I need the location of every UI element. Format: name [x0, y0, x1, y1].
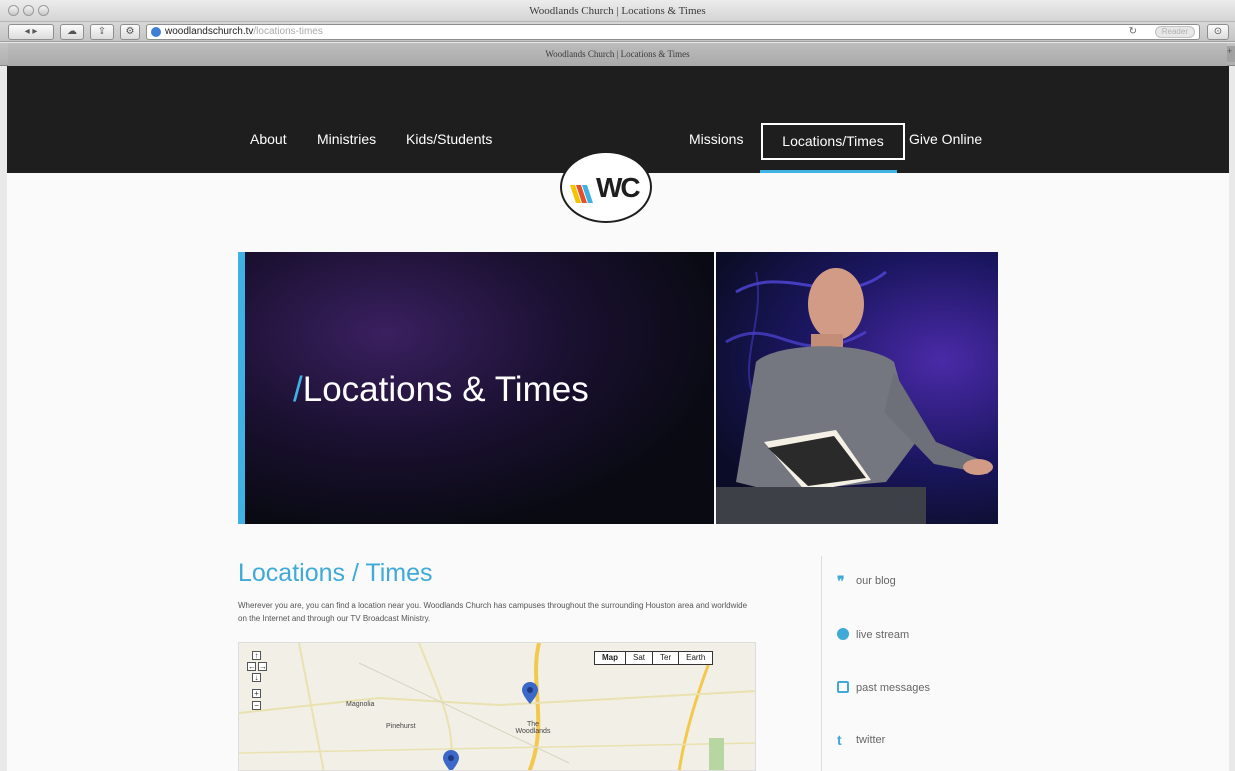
nav-give-online[interactable]: Give Online: [909, 131, 982, 147]
pastor-photo-illustration: [716, 268, 993, 524]
map-label-the-woodlands: The Woodlands: [515, 721, 551, 735]
map-label-magnolia: Magnolia: [346, 701, 375, 708]
tab-title: Woodlands Church | Locations & Times: [545, 49, 690, 59]
map-type-switcher: Map Sat Ter Earth: [594, 651, 714, 665]
pan-left-button[interactable]: ←: [247, 662, 256, 671]
nav-about[interactable]: About: [250, 131, 287, 147]
reader-button[interactable]: Reader: [1154, 26, 1195, 38]
globe-icon: [151, 27, 161, 37]
tab-strip: Woodlands Church | Locations & Times +: [0, 43, 1235, 66]
sidebar-link-live-stream[interactable]: live stream: [837, 628, 909, 641]
map-type-sat[interactable]: Sat: [625, 652, 652, 664]
locations-map[interactable]: Map Sat Ter Earth ↑ ← → ↓ + − Magnolia P…: [238, 642, 756, 771]
icloud-tabs-icon[interactable]: ☁: [60, 24, 84, 40]
hero-title-text: Locations & Times: [302, 370, 589, 409]
nav-missions[interactable]: Missions: [689, 131, 743, 147]
nav-active-underline: [760, 170, 897, 173]
pan-down-button[interactable]: ↓: [252, 673, 261, 682]
reload-icon[interactable]: ↻: [1129, 25, 1137, 39]
site-logo[interactable]: WC: [560, 151, 652, 223]
url-path: /locations-times: [253, 26, 323, 37]
zoom-out-button[interactable]: −: [252, 701, 261, 710]
quote-icon: ❞: [837, 573, 845, 589]
monitor-icon: [837, 681, 849, 693]
zoom-in-button[interactable]: +: [252, 689, 261, 698]
address-bar[interactable]: woodlandschurch.tv/locations-times ↻ Rea…: [146, 24, 1200, 40]
sidebar-divider: [821, 556, 822, 771]
nav-ministries[interactable]: Ministries: [317, 131, 376, 147]
map-pin-icon[interactable]: [443, 750, 459, 771]
pan-up-button[interactable]: ↑: [252, 651, 261, 660]
web-page: About Ministries Kids/Students Missions …: [7, 66, 1229, 771]
share-icon[interactable]: ⇪: [90, 24, 114, 40]
hero-title-panel: /Locations & Times: [238, 252, 714, 524]
nav-kids-students[interactable]: Kids/Students: [406, 131, 492, 147]
browser-tab[interactable]: Woodlands Church | Locations & Times: [8, 43, 1227, 66]
new-tab-button[interactable]: +: [1227, 46, 1235, 62]
map-type-earth[interactable]: Earth: [678, 652, 712, 664]
map-type-map[interactable]: Map: [595, 652, 625, 664]
twitter-icon: t: [837, 732, 842, 748]
map-type-ter[interactable]: Ter: [652, 652, 678, 664]
logo-text: WC: [596, 172, 641, 203]
hero-slash: /: [293, 370, 303, 409]
sidebar-link-twitter[interactable]: t twitter: [837, 732, 886, 748]
sidebar-link-our-blog[interactable]: ❞ our blog: [837, 573, 896, 589]
map-label-pinehurst: Pinehurst: [386, 723, 416, 730]
back-forward-buttons[interactable]: ◂ ▸: [8, 24, 54, 40]
nav-locations-times[interactable]: Locations/Times: [761, 123, 905, 160]
content-heading: Locations / Times: [238, 559, 433, 587]
wrench-icon[interactable]: ⚙: [120, 24, 140, 40]
sidebar: ❞ our blog live stream past messages t twi…: [821, 556, 1229, 771]
sidebar-link-past-messages[interactable]: past messages: [837, 681, 930, 694]
map-pin-icon[interactable]: [522, 682, 538, 704]
browser-toolbar: ◂ ▸ ☁ ⇪ ⚙ woodlandschurch.tv/locations-t…: [0, 22, 1235, 42]
sidebar-link-label: our blog: [856, 575, 896, 587]
pan-right-button[interactable]: →: [258, 662, 267, 671]
content-intro: Wherever you are, you can find a locatio…: [238, 601, 748, 623]
sidebar-link-label: twitter: [856, 734, 886, 746]
window-title: Woodlands Church | Locations & Times: [529, 5, 706, 17]
hero-pastor-photo: [716, 252, 998, 524]
downloads-icon[interactable]: ⊙: [1207, 24, 1229, 40]
url-host: woodlandschurch.tv: [165, 26, 254, 37]
sidebar-link-label: live stream: [856, 629, 910, 641]
globe-icon: [837, 628, 849, 640]
hero-title: /Locations & Times: [293, 370, 589, 410]
sidebar-link-label: past messages: [856, 682, 930, 694]
window-titlebar: Woodlands Church | Locations & Times: [0, 0, 1235, 22]
hero-banner: /Locations & Times: [238, 252, 998, 524]
